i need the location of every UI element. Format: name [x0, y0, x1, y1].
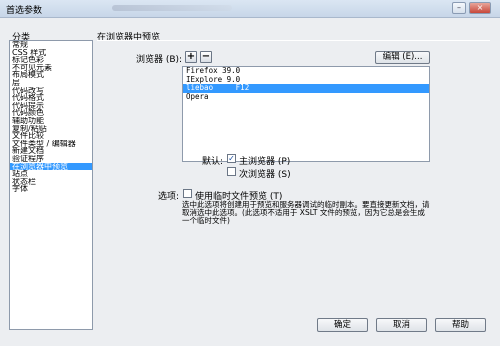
category-item[interactable]: 在浏览器中预览 [10, 162, 92, 171]
help-button[interactable]: 帮助 [435, 318, 486, 332]
section-title: 在浏览器中预览 [97, 33, 161, 43]
category-item[interactable]: 辅助功能 [10, 117, 92, 125]
category-item[interactable]: 布局模式 [10, 71, 92, 79]
primary-browser-label: 主浏览器 (P) [239, 157, 291, 167]
minimize-icon[interactable]: – [452, 2, 466, 14]
section-divider [97, 40, 490, 41]
browser-list[interactable]: Firefox 39.0 IExplore 9.0 liebao F12 Opera [182, 66, 430, 162]
category-list[interactable]: 常规 CSS 样式 标记色彩 不可见元素 布局模式层代码改写 代码格式 代码提示 代码颜色 辅助… [9, 40, 93, 330]
close-icon[interactable]: × [469, 2, 491, 14]
category-item[interactable]: 代码格式 [10, 94, 92, 102]
category-item[interactable]: 代码改写 [10, 87, 92, 95]
preferences-dialog: 首选参数 – × 分类 常规 CSS 样式 标记色彩 不可见元素 布局模式层代码改写 代码… [0, 0, 500, 346]
category-item[interactable]: CSS 样式 [10, 49, 92, 57]
browser-list-item[interactable]: Opera [183, 92, 429, 102]
add-browser-button[interactable]: + [185, 51, 197, 63]
category-item[interactable]: 站点 [10, 170, 92, 178]
category-item[interactable]: 复制/粘贴 [10, 125, 92, 133]
secondary-browser-checkbox[interactable] [227, 167, 236, 176]
temp-file-checkbox[interactable] [183, 189, 192, 198]
title-bar-blurred-text [112, 5, 232, 11]
category-item[interactable]: 文件比较 [10, 132, 92, 140]
category-item[interactable]: 验证程序 [10, 155, 92, 163]
category-item[interactable]: 层 [10, 79, 92, 87]
window-title: 首选参数 [6, 6, 43, 16]
options-label: 选项: [158, 192, 180, 202]
category-item[interactable]: 代码颜色 [10, 109, 92, 117]
edit-browser-button[interactable]: 编辑 (E)... [375, 51, 430, 64]
category-item[interactable]: 不可见元素 [10, 64, 92, 72]
temp-file-description: 选中此选项将创建用于预览和服务器调试的临时副本。要直接更新文档，请取消选中此选项… [182, 200, 430, 225]
category-item[interactable]: 代码提示 [10, 102, 92, 110]
browser-list-item[interactable]: liebao F12 [183, 83, 429, 93]
default-label: 默认: [202, 157, 224, 167]
primary-browser-checkbox[interactable]: ✓ [227, 154, 236, 163]
remove-browser-button[interactable]: − [200, 51, 212, 63]
category-item[interactable]: 文件类型 / 编辑器 [10, 140, 92, 148]
category-item[interactable]: 状态栏 [10, 178, 92, 186]
browsers-label: 浏览器 (B): [136, 55, 183, 65]
cancel-button[interactable]: 取消 [376, 318, 427, 332]
title-bar: 首选参数 – × [0, 0, 500, 18]
category-item[interactable]: 标记色彩 [10, 56, 92, 64]
category-item[interactable]: 常规 [10, 41, 92, 49]
category-item[interactable]: 字体 [10, 185, 92, 193]
category-item[interactable]: 新建文档 [10, 147, 92, 155]
secondary-browser-label: 次浏览器 (S) [239, 170, 291, 180]
ok-button[interactable]: 确定 [317, 318, 368, 332]
